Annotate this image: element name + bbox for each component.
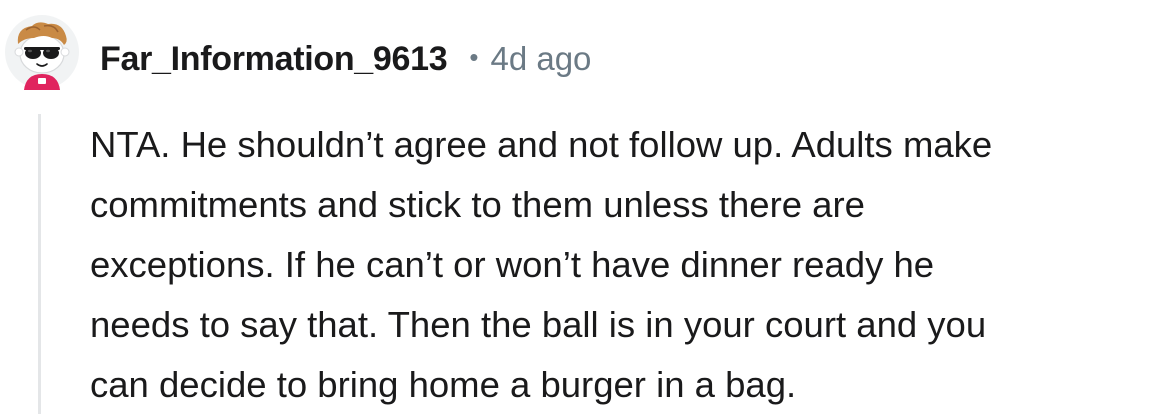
comment-body-line: can decide to bring home a burger in a b… [90, 364, 797, 405]
comment-body-line: NTA. He shouldn’t agree and not follow u… [90, 124, 993, 165]
comment-body: NTA. He shouldn’t agree and not follow u… [90, 115, 1170, 415]
comment: Far_Information_9613 • 4d ago NTA. He sh… [0, 0, 1173, 414]
snoo-avatar-with-sunglasses-icon [5, 15, 79, 90]
comment-body-line: needs to say that. Then the ball is in y… [90, 304, 987, 345]
comment-body-line: commitments and stick to them unless the… [90, 184, 865, 225]
user-avatar[interactable] [4, 14, 80, 90]
meta-separator: • [469, 41, 479, 72]
comment-header: Far_Information_9613 • 4d ago [100, 36, 591, 82]
thread-line[interactable] [38, 114, 41, 414]
comment-body-line: exceptions. If he can’t or won’t have di… [90, 244, 935, 285]
comment-timestamp[interactable]: 4d ago [490, 40, 591, 78]
username-link[interactable]: Far_Information_9613 [100, 40, 448, 79]
